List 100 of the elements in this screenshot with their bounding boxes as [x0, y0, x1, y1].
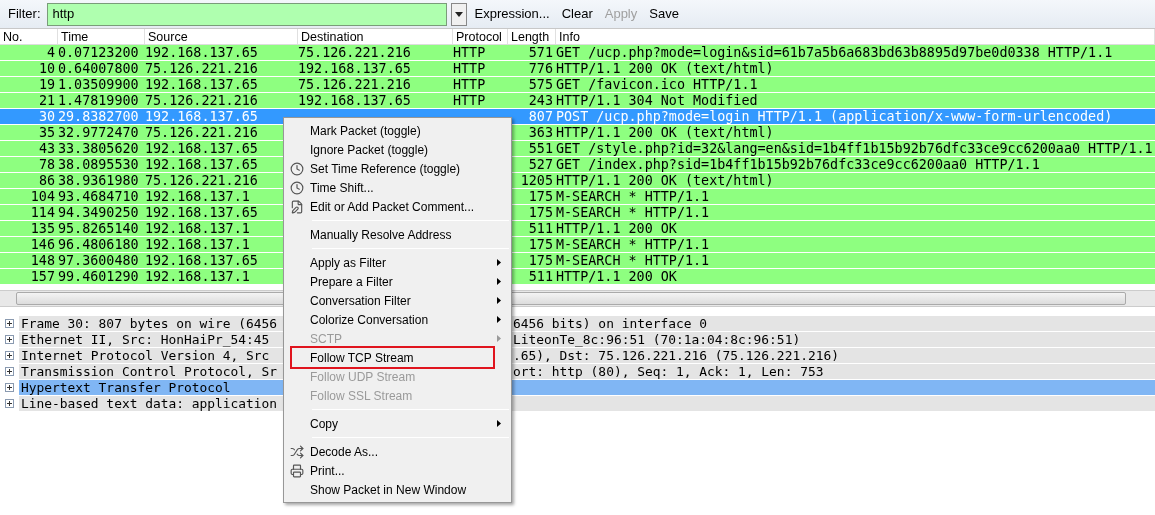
- table-cell: GET /style.php?id=32&lang=en&sid=1b4ff1b15b92b76dfc33ce9cc6200aa0 HTTP/1.1: [556, 141, 1153, 156]
- table-cell: M-SEARCH * HTTP/1.1: [556, 205, 710, 220]
- toolbar-button[interactable]: Clear: [557, 4, 597, 24]
- clock-icon: [290, 180, 304, 195]
- submenu-arrow-icon: [497, 297, 501, 304]
- packet-row[interactable]: 4 0.07123200 192.168.137.65 75.126.221.216 HTTP 571 GET /ucp.php?mode=login&sid=61b7a5b6a683bd63b8895d97be0d0338 HTTP/1.1: [0, 45, 1155, 61]
- table-cell: 551: [528, 141, 553, 156]
- caret-icon: [454, 11, 463, 17]
- column-header[interactable]: Source: [145, 29, 298, 44]
- detail-text: LiteonTe_8c:96:51 (70:1a:04:8c:96:51): [513, 331, 801, 347]
- table-cell: GET /ucp.php?mode=login&sid=61b7a5b6a683bd63b8895d97be0d0338 HTTP/1.1: [556, 45, 1113, 60]
- table-cell: 363: [528, 125, 553, 140]
- table-cell: 75.126.221.216: [145, 93, 258, 108]
- table-cell: 192.168.137.65: [145, 157, 258, 172]
- menu-item[interactable]: Conversation Filter: [286, 291, 509, 310]
- column-header[interactable]: No.: [0, 29, 58, 44]
- table-cell: 192.168.137.1: [145, 269, 250, 284]
- table-cell: GET /index.php?sid=1b4ff1b15b92b76dfc33ce9cc6200aa0 HTTP/1.1: [556, 157, 1040, 172]
- table-cell: 94.3490250: [58, 205, 139, 220]
- detail-text: Hypertext Transfer Protocol: [20, 379, 231, 395]
- table-cell: HTTP/1.1 200 OK: [556, 221, 677, 236]
- submenu-arrow-icon: [497, 278, 501, 285]
- table-cell: 0.64007800: [58, 61, 139, 76]
- submenu-arrow-icon: [497, 335, 501, 342]
- table-cell: M-SEARCH * HTTP/1.1: [556, 189, 710, 204]
- detail-text: Transmission Control Protocol, Sr: [20, 363, 278, 379]
- clock-icon: [290, 161, 304, 176]
- column-header[interactable]: Protocol: [453, 29, 508, 44]
- table-cell: 157: [30, 269, 55, 284]
- column-header[interactable]: Destination: [298, 29, 453, 44]
- menu-item[interactable]: Copy: [286, 414, 509, 433]
- table-cell: 32.9772470: [58, 125, 139, 140]
- table-cell: 192.168.137.65: [145, 109, 258, 124]
- table-cell: 243: [528, 93, 553, 108]
- column-header[interactable]: Info: [556, 29, 1155, 44]
- table-cell: 175: [528, 237, 553, 252]
- expand-icon[interactable]: [5, 350, 14, 360]
- table-cell: 0.07123200: [58, 45, 139, 60]
- table-cell: 75.126.221.216: [298, 45, 411, 60]
- table-cell: 1.47819900: [58, 93, 139, 108]
- table-cell: 35: [38, 125, 55, 140]
- table-cell: HTTP/1.1 200 OK (text/html): [556, 125, 774, 140]
- comment-icon: [290, 199, 304, 214]
- table-cell: 192.168.137.65: [298, 93, 411, 108]
- toolbar-button[interactable]: Expression...: [470, 4, 554, 24]
- table-cell: M-SEARCH * HTTP/1.1: [556, 253, 710, 268]
- menu-item[interactable]: Show Packet in New Window: [286, 480, 509, 499]
- table-cell: 776: [528, 61, 553, 76]
- packet-row[interactable]: 21 1.47819900 75.126.221.216 192.168.137.65 HTTP 243 HTTP/1.1 304 Not Modified: [0, 93, 1155, 109]
- table-cell: 114: [30, 205, 55, 220]
- submenu-arrow-icon: [497, 316, 501, 323]
- expand-icon[interactable]: [5, 382, 14, 392]
- detail-text: .65), Dst: 75.126.221.216 (75.126.221.216): [513, 347, 839, 363]
- table-cell: 192.168.137.1: [145, 189, 250, 204]
- table-cell: 104: [30, 189, 55, 204]
- filter-field[interactable]: http: [46, 2, 447, 26]
- table-cell: 807: [528, 109, 553, 124]
- detail-text: 6456 bits) on interface 0: [513, 315, 708, 331]
- table-cell: 86: [38, 173, 55, 188]
- packet-row[interactable]: 10 0.64007800 75.126.221.216 192.168.137.65 HTTP 776 HTTP/1.1 200 OK (text/html): [0, 61, 1155, 77]
- expand-icon[interactable]: [5, 318, 14, 328]
- table-cell: HTTP/1.1 200 OK (text/html): [556, 61, 774, 76]
- table-cell: 38.9361980: [58, 173, 139, 188]
- expand-icon[interactable]: [5, 366, 14, 376]
- table-cell: HTTP/1.1 304 Not Modified: [556, 93, 758, 108]
- table-cell: 192.168.137.1: [145, 237, 250, 252]
- table-cell: 4: [46, 45, 55, 60]
- toolbar-button[interactable]: Save: [645, 4, 683, 24]
- table-cell: 96.4806180: [58, 237, 139, 252]
- table-cell: 43: [38, 141, 55, 156]
- table-cell: 75.126.221.216: [145, 61, 258, 76]
- table-cell: POST /ucp.php?mode=login HTTP/1.1 (application/x-www-form-urlencoded): [556, 109, 1113, 124]
- table-cell: 30: [38, 109, 55, 124]
- table-cell: 192.168.137.65: [298, 61, 411, 76]
- packet-row[interactable]: 19 1.03509900 192.168.137.65 75.126.221.216 HTTP 575 GET /favicon.ico HTTP/1.1: [0, 77, 1155, 93]
- table-cell: 38.0895530: [58, 157, 139, 172]
- menu-item[interactable]: Decode As...: [286, 442, 509, 461]
- table-cell: 192.168.137.65: [145, 77, 258, 92]
- table-cell: 192.168.137.65: [145, 141, 258, 156]
- table-cell: 97.3600480: [58, 253, 139, 268]
- table-cell: HTTP: [453, 45, 486, 60]
- table-cell: 146: [30, 237, 55, 252]
- menu-item[interactable]: Apply as Filter: [286, 253, 509, 272]
- menu-item[interactable]: Ignore Packet (toggle): [286, 140, 509, 159]
- table-cell: 29.8382700: [58, 109, 139, 124]
- table-cell: 192.168.137.1: [145, 221, 250, 236]
- submenu-arrow-icon: [497, 420, 501, 427]
- table-cell: 78: [38, 157, 55, 172]
- submenu-arrow-icon: [497, 259, 501, 266]
- column-header[interactable]: Length: [508, 29, 556, 44]
- expand-icon[interactable]: [5, 334, 14, 344]
- table-cell: 1205: [520, 173, 553, 188]
- table-cell: 527: [528, 157, 553, 172]
- table-cell: 192.168.137.65: [145, 45, 258, 60]
- menu-item[interactable]: Print...: [286, 461, 509, 480]
- table-cell: 33.3805620: [58, 141, 139, 156]
- table-cell: 93.4684710: [58, 189, 139, 204]
- dropdown-button[interactable]: [450, 2, 467, 26]
- expand-icon[interactable]: [5, 398, 14, 408]
- column-header[interactable]: Time: [58, 29, 145, 44]
